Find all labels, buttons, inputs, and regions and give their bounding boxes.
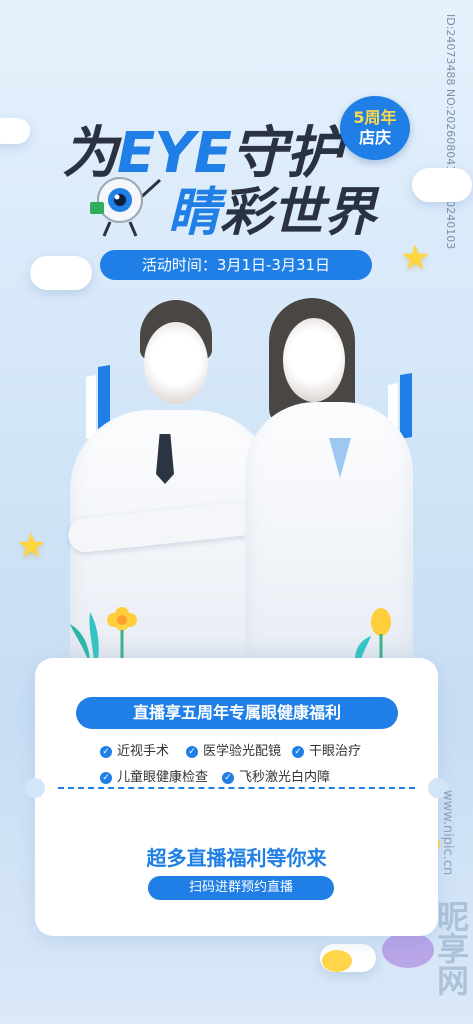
star-icon: ★: [16, 526, 47, 566]
service-item: ✓ 近视手术: [100, 740, 169, 759]
scan-to-join-button[interactable]: 扫码进群预约直播: [148, 876, 334, 900]
plant-icon: [70, 607, 137, 660]
service-item: ✓ 干眼治疗: [292, 740, 361, 759]
decor-bubble: [322, 950, 352, 972]
check-icon: ✓: [100, 746, 112, 758]
site-url-watermark: www.nipic.cn: [440, 790, 455, 876]
headline-line-2: 睛彩世界: [168, 183, 377, 243]
dashed-divider: [58, 787, 415, 789]
check-icon: ✓: [292, 746, 304, 758]
promo-text: 超多直播福利等你来: [146, 846, 327, 870]
check-icon: ✓: [186, 746, 198, 758]
image-id-watermark: ID:24073488 NO:20260804137080240103: [444, 14, 457, 250]
site-logo-watermark: 昵享网: [432, 900, 470, 996]
ticket-notch: [25, 778, 45, 798]
activity-time-pill: 活动时间：3月1日-3月31日: [100, 250, 372, 280]
benefits-headline: 直播享五周年专属眼健康福利: [76, 697, 398, 729]
flower-icon: [355, 608, 391, 660]
cloud-icon: [0, 118, 30, 144]
poster: ID:24073488 NO:20260804137080240103 ★ ★ …: [0, 0, 473, 1024]
eyeball-mascot-icon: [90, 177, 162, 237]
service-item: ✓ 飞秒激光白内障: [222, 766, 330, 785]
star-icon: ★: [400, 238, 431, 278]
service-item: ✓ 儿童眼健康检查: [100, 766, 208, 785]
check-icon: ✓: [100, 772, 112, 784]
anniversary-badge: 5周年 店庆: [340, 96, 410, 160]
cloud-icon: [30, 256, 92, 290]
service-item: ✓ 医学验光配镜: [186, 740, 281, 759]
check-icon: ✓: [222, 772, 234, 784]
cloud-icon: [412, 168, 472, 202]
